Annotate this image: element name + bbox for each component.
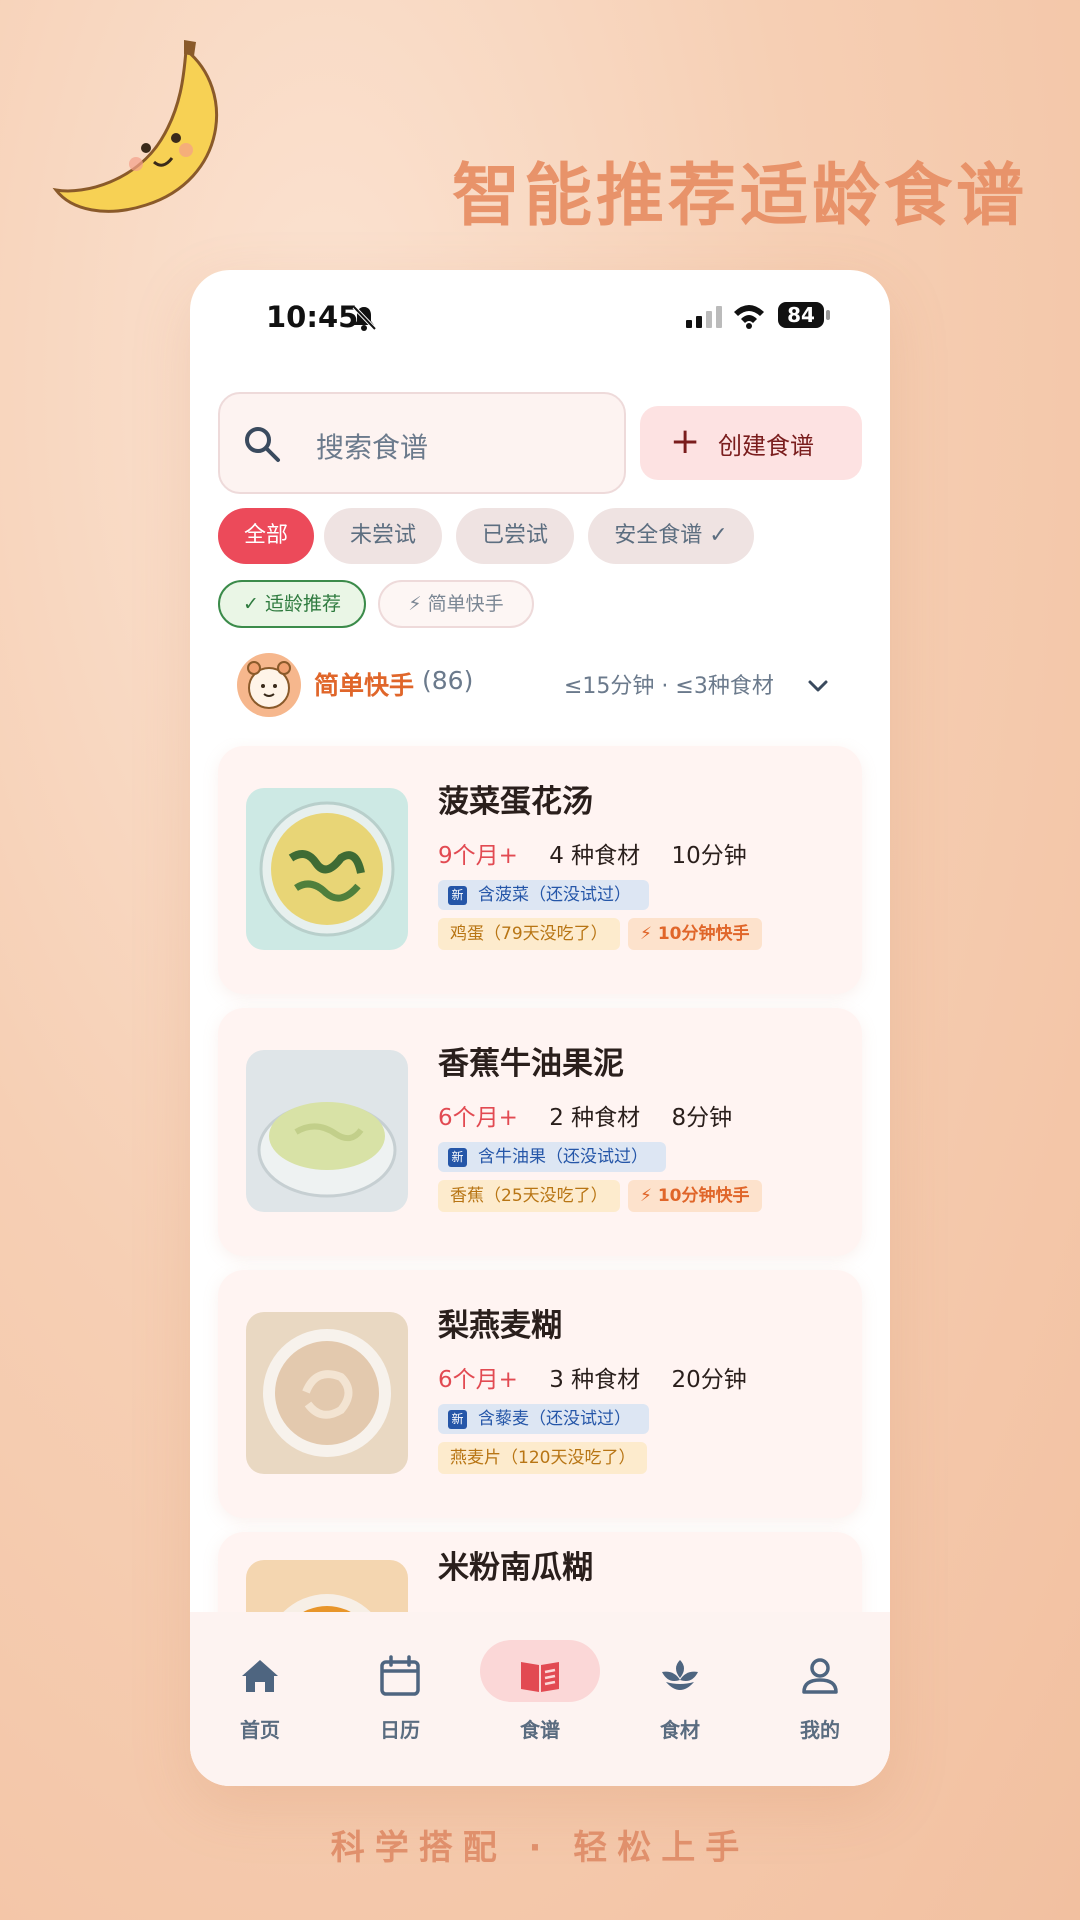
wifi-icon (734, 305, 764, 329)
search-icon (245, 427, 280, 462)
tab-ingredients-label: 食材 (660, 1718, 700, 1742)
recipe-title: 米粉南瓜糊 (438, 1550, 593, 1586)
quick-tag: ⚡ 10分钟快手 (628, 1180, 762, 1212)
search-input[interactable]: 搜索食谱 (218, 392, 626, 494)
filter-chip-all[interactable]: 全部 (218, 508, 314, 564)
new-ingredient-tag: 新 含牛油果（还没试过） (438, 1142, 666, 1172)
recipe-image (246, 1560, 408, 1612)
recipe-time: 8分钟 (671, 1105, 733, 1131)
tab-calendar-label: 日历 (380, 1718, 420, 1742)
recipe-meta: 9个月+ 4 种食材 10分钟 (438, 836, 747, 870)
new-ingredient-tag: 新 含菠菜（还没试过） (438, 880, 649, 910)
new-ingredient-tag: 新 含藜麦（还没试过） (438, 1404, 649, 1434)
recipe-image (246, 1050, 408, 1212)
create-recipe-label: 创建食谱 (718, 432, 814, 460)
tab-home[interactable]: 首页 (190, 1612, 330, 1786)
tab-recipes-label: 食谱 (520, 1718, 560, 1742)
battery-icon: 84 (778, 302, 824, 328)
sprout-icon (662, 1660, 698, 1690)
filter-chip-age-recommended[interactable]: ✓ 适龄推荐 (218, 580, 366, 628)
cellular-signal-icon (686, 306, 722, 328)
stale-ingredient-tag: 香蕉（25天没吃了） (438, 1180, 620, 1212)
home-icon (242, 1660, 278, 1692)
tab-home-label: 首页 (240, 1718, 280, 1742)
footer-slogan: 科学搭配 · 轻松上手 (330, 1828, 750, 1868)
filter-chip-safe[interactable]: 安全食谱 ✓ (588, 508, 754, 564)
recipe-card[interactable]: 菠菜蛋花汤 9个月+ 4 种食材 10分钟 新 含菠菜（还没试过） 鸡蛋（79天… (218, 746, 862, 994)
status-time: 10:45 (266, 300, 359, 334)
recipe-card[interactable]: 梨燕麦糊 6个月+ 3 种食材 20分钟 新 含藜麦（还没试过） 燕麦片（120… (218, 1270, 862, 1518)
recipe-card[interactable]: 米粉南瓜糊 (218, 1532, 862, 1612)
tab-profile-label: 我的 (800, 1718, 840, 1742)
recipe-ingredient-count: 4 种食材 (549, 843, 641, 869)
category-title: 简单快手 (314, 671, 415, 700)
filter-chip-tried[interactable]: 已尝试 (456, 508, 574, 564)
status-bar: 10:45 84 (190, 270, 890, 360)
recipe-list[interactable]: 菠菜蛋花汤 9个月+ 4 种食材 10分钟 新 含菠菜（还没试过） 鸡蛋（79天… (190, 738, 890, 1612)
filter-chip-quick[interactable]: ⚡ 简单快手 (378, 580, 534, 628)
new-badge: 新 (448, 1148, 467, 1167)
bell-muted-icon (352, 305, 377, 331)
new-badge: 新 (448, 886, 467, 905)
recipe-image (246, 788, 408, 950)
stale-ingredient-tag: 燕麦片（120天没吃了） (438, 1442, 648, 1474)
plus-icon: + (670, 421, 701, 462)
recipe-time: 20分钟 (671, 1367, 747, 1393)
recipe-card[interactable]: 香蕉牛油果泥 6个月+ 2 种食材 8分钟 新 含牛油果（还没试过） 香蕉（25… (218, 1008, 862, 1256)
quick-tag: ⚡ 10分钟快手 (628, 918, 762, 950)
recipe-title: 梨燕麦糊 (438, 1308, 562, 1344)
filter-chip-untried[interactable]: 未尝试 (324, 508, 442, 564)
category-criteria: ≤15分钟 · ≤3种食材 (564, 674, 774, 699)
bottom-tab-bar: 首页 日历 食谱 食材 我的 (190, 1612, 890, 1786)
stale-ingredient-tag: 鸡蛋（79天没吃了） (438, 918, 620, 950)
recipe-time: 10分钟 (671, 843, 747, 869)
profile-icon (802, 1658, 838, 1694)
recipe-meta: 6个月+ 2 种食材 8分钟 (438, 1098, 732, 1132)
headline: 智能推荐适龄食谱 (451, 157, 1028, 236)
new-ingredient-text: 含牛油果（还没试过） (478, 1147, 648, 1167)
banana-mascot-icon (52, 40, 218, 213)
new-ingredient-text: 含菠菜（还没试过） (478, 885, 631, 905)
recipe-age: 6个月+ (438, 1105, 518, 1131)
recipe-image (246, 1312, 408, 1474)
chevron-down-icon[interactable] (804, 672, 832, 700)
tab-ingredients[interactable]: 食材 (610, 1612, 750, 1786)
category-header[interactable]: 简单快手 (86) ≤15分钟 · ≤3种食材 (190, 646, 890, 730)
book-icon (521, 1662, 559, 1692)
tab-recipes[interactable]: 食谱 (470, 1612, 610, 1786)
recipe-title: 菠菜蛋花汤 (438, 784, 593, 820)
tab-calendar[interactable]: 日历 (330, 1612, 470, 1786)
recipe-age: 9个月+ (438, 843, 518, 869)
tab-profile[interactable]: 我的 (750, 1612, 890, 1786)
recipe-ingredient-count: 2 种食材 (549, 1105, 641, 1131)
search-placeholder: 搜索食谱 (316, 431, 429, 464)
recipe-title: 香蕉牛油果泥 (438, 1046, 624, 1082)
recipe-ingredient-count: 3 种食材 (549, 1367, 641, 1393)
recipe-meta: 6个月+ 3 种食材 20分钟 (438, 1360, 747, 1394)
calendar-icon (380, 1655, 420, 1696)
create-recipe-button[interactable]: + 创建食谱 (640, 406, 862, 480)
new-ingredient-text: 含藜麦（还没试过） (478, 1409, 631, 1429)
alarm-clock-icon (237, 653, 301, 717)
battery-tip (826, 310, 830, 320)
new-badge: 新 (448, 1410, 467, 1429)
phone-screen: 10:45 84 搜索食谱 + 创建食谱 全部 未尝试 已尝试 安全食谱 ✓ ✓… (190, 270, 890, 1786)
recipe-age: 6个月+ (438, 1367, 518, 1393)
category-count: (86) (422, 666, 474, 695)
